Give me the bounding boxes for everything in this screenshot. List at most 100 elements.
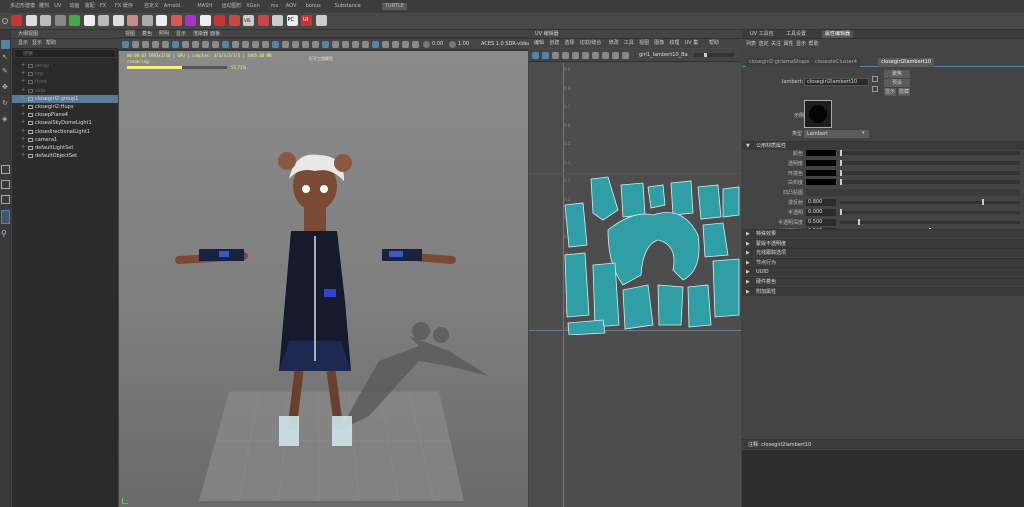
viewport-tool-icon[interactable] xyxy=(182,41,189,48)
attr-slider[interactable] xyxy=(840,210,1020,214)
uv-menu-item[interactable]: 修改 xyxy=(609,41,619,46)
uv-slider[interactable] xyxy=(694,53,734,57)
side-view-icon[interactable] xyxy=(1,195,10,204)
viewport-tool-icon[interactable] xyxy=(232,41,239,48)
uv-tool-icon[interactable] xyxy=(562,52,569,59)
viewport-tool-icon[interactable] xyxy=(362,41,369,48)
outliner-item[interactable]: + front xyxy=(12,78,118,86)
slider-handle[interactable] xyxy=(840,159,842,166)
viewport-tool-icon[interactable] xyxy=(242,41,249,48)
attr-slider[interactable] xyxy=(840,160,1020,165)
attr-value-field[interactable]: 0.000 xyxy=(806,208,836,216)
attr-group[interactable]: ▶ UUID xyxy=(742,267,1024,277)
menu-item[interactable]: AOV xyxy=(286,4,297,9)
attr-group[interactable]: ▶ 附加属性 xyxy=(742,286,1024,296)
viewport-tool-icon[interactable] xyxy=(132,41,139,48)
material-name-field[interactable]: closegirl2lambert10 xyxy=(804,78,869,86)
viewport-tool-icon[interactable] xyxy=(412,41,419,48)
viewport-tool-icon[interactable] xyxy=(172,41,179,48)
ui-icon[interactable]: UI xyxy=(301,15,312,26)
attr-tab[interactable]: 工具设置 xyxy=(786,32,806,37)
menu-item[interactable]: 运动图形 xyxy=(222,4,242,9)
uv-tool-icon[interactable] xyxy=(622,52,629,59)
expand-icon[interactable]: + xyxy=(21,128,25,134)
uv-tool-icon[interactable] xyxy=(592,52,599,59)
light-icon[interactable] xyxy=(112,15,124,26)
menu-item[interactable]: 雕刻 xyxy=(39,4,49,9)
check-icon[interactable] xyxy=(272,15,283,26)
exposure-value[interactable]: 0.00 xyxy=(432,42,443,47)
skydome-icon[interactable] xyxy=(156,15,167,26)
four-view-icon[interactable] xyxy=(1,180,10,189)
uv-tool-icon[interactable] xyxy=(532,52,539,59)
kind-select[interactable]: Lambert ▾ xyxy=(804,130,869,138)
pc-icon[interactable]: PC xyxy=(286,15,298,26)
attr-slider[interactable] xyxy=(840,220,1020,224)
menu-item[interactable]: bonus xyxy=(306,4,321,9)
expand-icon[interactable]: + xyxy=(21,71,25,76)
bump-map-field[interactable] xyxy=(806,189,1020,197)
slider-handle[interactable] xyxy=(840,169,842,176)
viewport-tool-icon[interactable] xyxy=(322,41,329,48)
attr-group[interactable]: ▶ 光线跟踪选项 xyxy=(742,248,1024,258)
attr-group[interactable]: ▶ 蒙版不透明度 xyxy=(742,238,1024,248)
viewport-tool-icon[interactable] xyxy=(372,41,379,48)
attr-value-field[interactable]: 0.500 xyxy=(806,218,836,226)
red-icon[interactable] xyxy=(214,15,225,26)
exposure-icon[interactable] xyxy=(423,41,430,48)
rotate-tool-icon[interactable]: ↻ xyxy=(2,100,8,107)
attr-slider[interactable] xyxy=(840,170,1020,175)
render-icon[interactable] xyxy=(11,15,22,26)
texture-icon[interactable] xyxy=(185,15,196,26)
uv-menu-item[interactable]: 创建 xyxy=(549,41,559,46)
uv-tool-icon[interactable] xyxy=(582,52,589,59)
move-tool-icon[interactable]: ✥ xyxy=(2,84,8,91)
menu-item[interactable]: 多边形建模 xyxy=(10,4,35,9)
expand-icon[interactable]: + xyxy=(21,104,25,109)
menu-item[interactable]: FX xyxy=(100,4,106,9)
outliner-item[interactable]: + top xyxy=(12,70,118,78)
attr-group[interactable]: ▶ 特殊效果 xyxy=(742,229,1024,238)
menu-item[interactable]: ms xyxy=(271,4,278,9)
viewport-tool-icon[interactable] xyxy=(212,41,219,48)
viewport-tool-icon[interactable] xyxy=(222,41,229,48)
viewport-menu-item[interactable]: 面板 xyxy=(210,32,220,37)
expand-icon[interactable]: + xyxy=(21,112,25,117)
outliner-item[interactable]: + side xyxy=(12,87,118,95)
ipr-icon[interactable] xyxy=(25,15,37,26)
attr-value-field[interactable]: 0.800 xyxy=(806,199,836,206)
slider-handle[interactable] xyxy=(840,208,842,215)
viewport-tool-icon[interactable] xyxy=(302,41,309,48)
outliner-item[interactable]: + closepPlane4 xyxy=(12,111,118,119)
attr-menu-item[interactable]: 帮助 xyxy=(809,42,819,47)
attr-tab[interactable]: UV 工具包 xyxy=(750,32,774,37)
outliner-menu-item[interactable]: 显示 xyxy=(18,41,28,46)
hide-button[interactable]: 隐藏 xyxy=(898,88,910,96)
uv-tool-icon[interactable] xyxy=(612,52,619,59)
viewport-tool-icon[interactable] xyxy=(332,41,339,48)
outliner-item[interactable]: + closeaiSkyDomeLight1 xyxy=(12,119,118,127)
expand-icon[interactable]: + xyxy=(21,145,25,150)
viewport-tool-icon[interactable] xyxy=(312,41,319,48)
uv-menu-item[interactable]: 切割/缝合 xyxy=(580,41,602,46)
uv-tool-icon[interactable] xyxy=(542,52,549,59)
slider-handle[interactable] xyxy=(840,150,842,156)
lasso-tool-icon[interactable]: ↖ xyxy=(2,54,8,61)
input-connection-icon[interactable] xyxy=(872,76,878,82)
viewport-menu-item[interactable]: 视图 xyxy=(125,32,135,37)
viewport-tool-icon[interactable] xyxy=(152,41,159,48)
two-view-icon[interactable] xyxy=(1,210,10,224)
car-icon[interactable] xyxy=(228,15,240,26)
shape-icon[interactable] xyxy=(98,15,109,26)
focus-button[interactable]: 聚焦 xyxy=(884,70,910,78)
output-connection-icon[interactable] xyxy=(872,86,878,92)
toon-icon[interactable] xyxy=(69,15,80,26)
render-view[interactable]: 00:00:03 1993x1746 | GPU | samples: 3/3/… xyxy=(119,51,528,507)
select-tool-icon[interactable] xyxy=(1,40,10,49)
show-button[interactable]: 显示 xyxy=(884,88,896,96)
slider-handle[interactable] xyxy=(840,179,842,186)
search-icon[interactable]: ⚲ xyxy=(1,230,7,238)
attr-group[interactable]: ▶ 节点行为 xyxy=(742,257,1024,267)
node-tab[interactable]: closegirl2:girlamaShape xyxy=(746,58,813,67)
light3-icon[interactable] xyxy=(141,15,153,26)
